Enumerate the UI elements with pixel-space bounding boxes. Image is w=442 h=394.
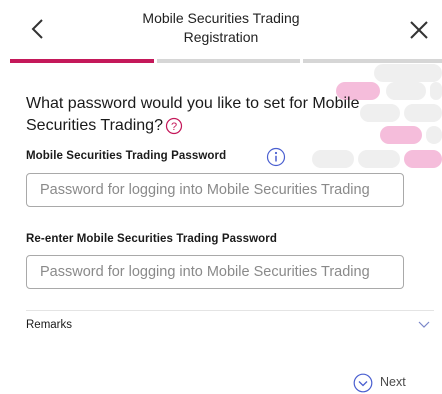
page-title: Mobile Securities Trading Registration — [110, 9, 332, 47]
header-bar: Mobile Securities Trading Registration — [0, 0, 442, 58]
progress-step-1 — [10, 59, 154, 63]
chevron-left-icon — [31, 19, 43, 39]
progress-step-3 — [303, 59, 442, 63]
remarks-expander[interactable]: Remarks — [26, 316, 436, 338]
password-input[interactable] — [26, 173, 404, 207]
back-button[interactable] — [28, 14, 50, 44]
close-button[interactable] — [406, 17, 432, 43]
close-icon — [410, 21, 428, 39]
remarks-divider — [26, 310, 434, 311]
next-button[interactable]: Next — [353, 372, 439, 394]
info-button[interactable] — [266, 147, 286, 167]
svg-text:?: ? — [171, 121, 177, 133]
step-progress-bar — [10, 59, 442, 63]
next-label: Next — [380, 375, 406, 389]
help-icon[interactable]: ? — [165, 117, 183, 135]
page-title-line2: Registration — [183, 29, 259, 45]
reenter-password-label: Re-enter Mobile Securities Trading Passw… — [26, 233, 277, 245]
password-label: Mobile Securities Trading Password — [26, 150, 227, 162]
reenter-password-input[interactable] — [26, 255, 404, 289]
chevron-down-icon — [418, 321, 430, 328]
info-icon — [266, 147, 286, 167]
progress-step-2 — [157, 59, 300, 63]
remarks-label: Remarks — [26, 319, 73, 331]
chevron-down-circle-icon — [353, 373, 373, 393]
question-text: What password would you like to set for … — [26, 95, 360, 134]
page-title-line1: Mobile Securities Trading — [142, 10, 300, 26]
password-question: What password would you like to set for … — [26, 93, 406, 137]
